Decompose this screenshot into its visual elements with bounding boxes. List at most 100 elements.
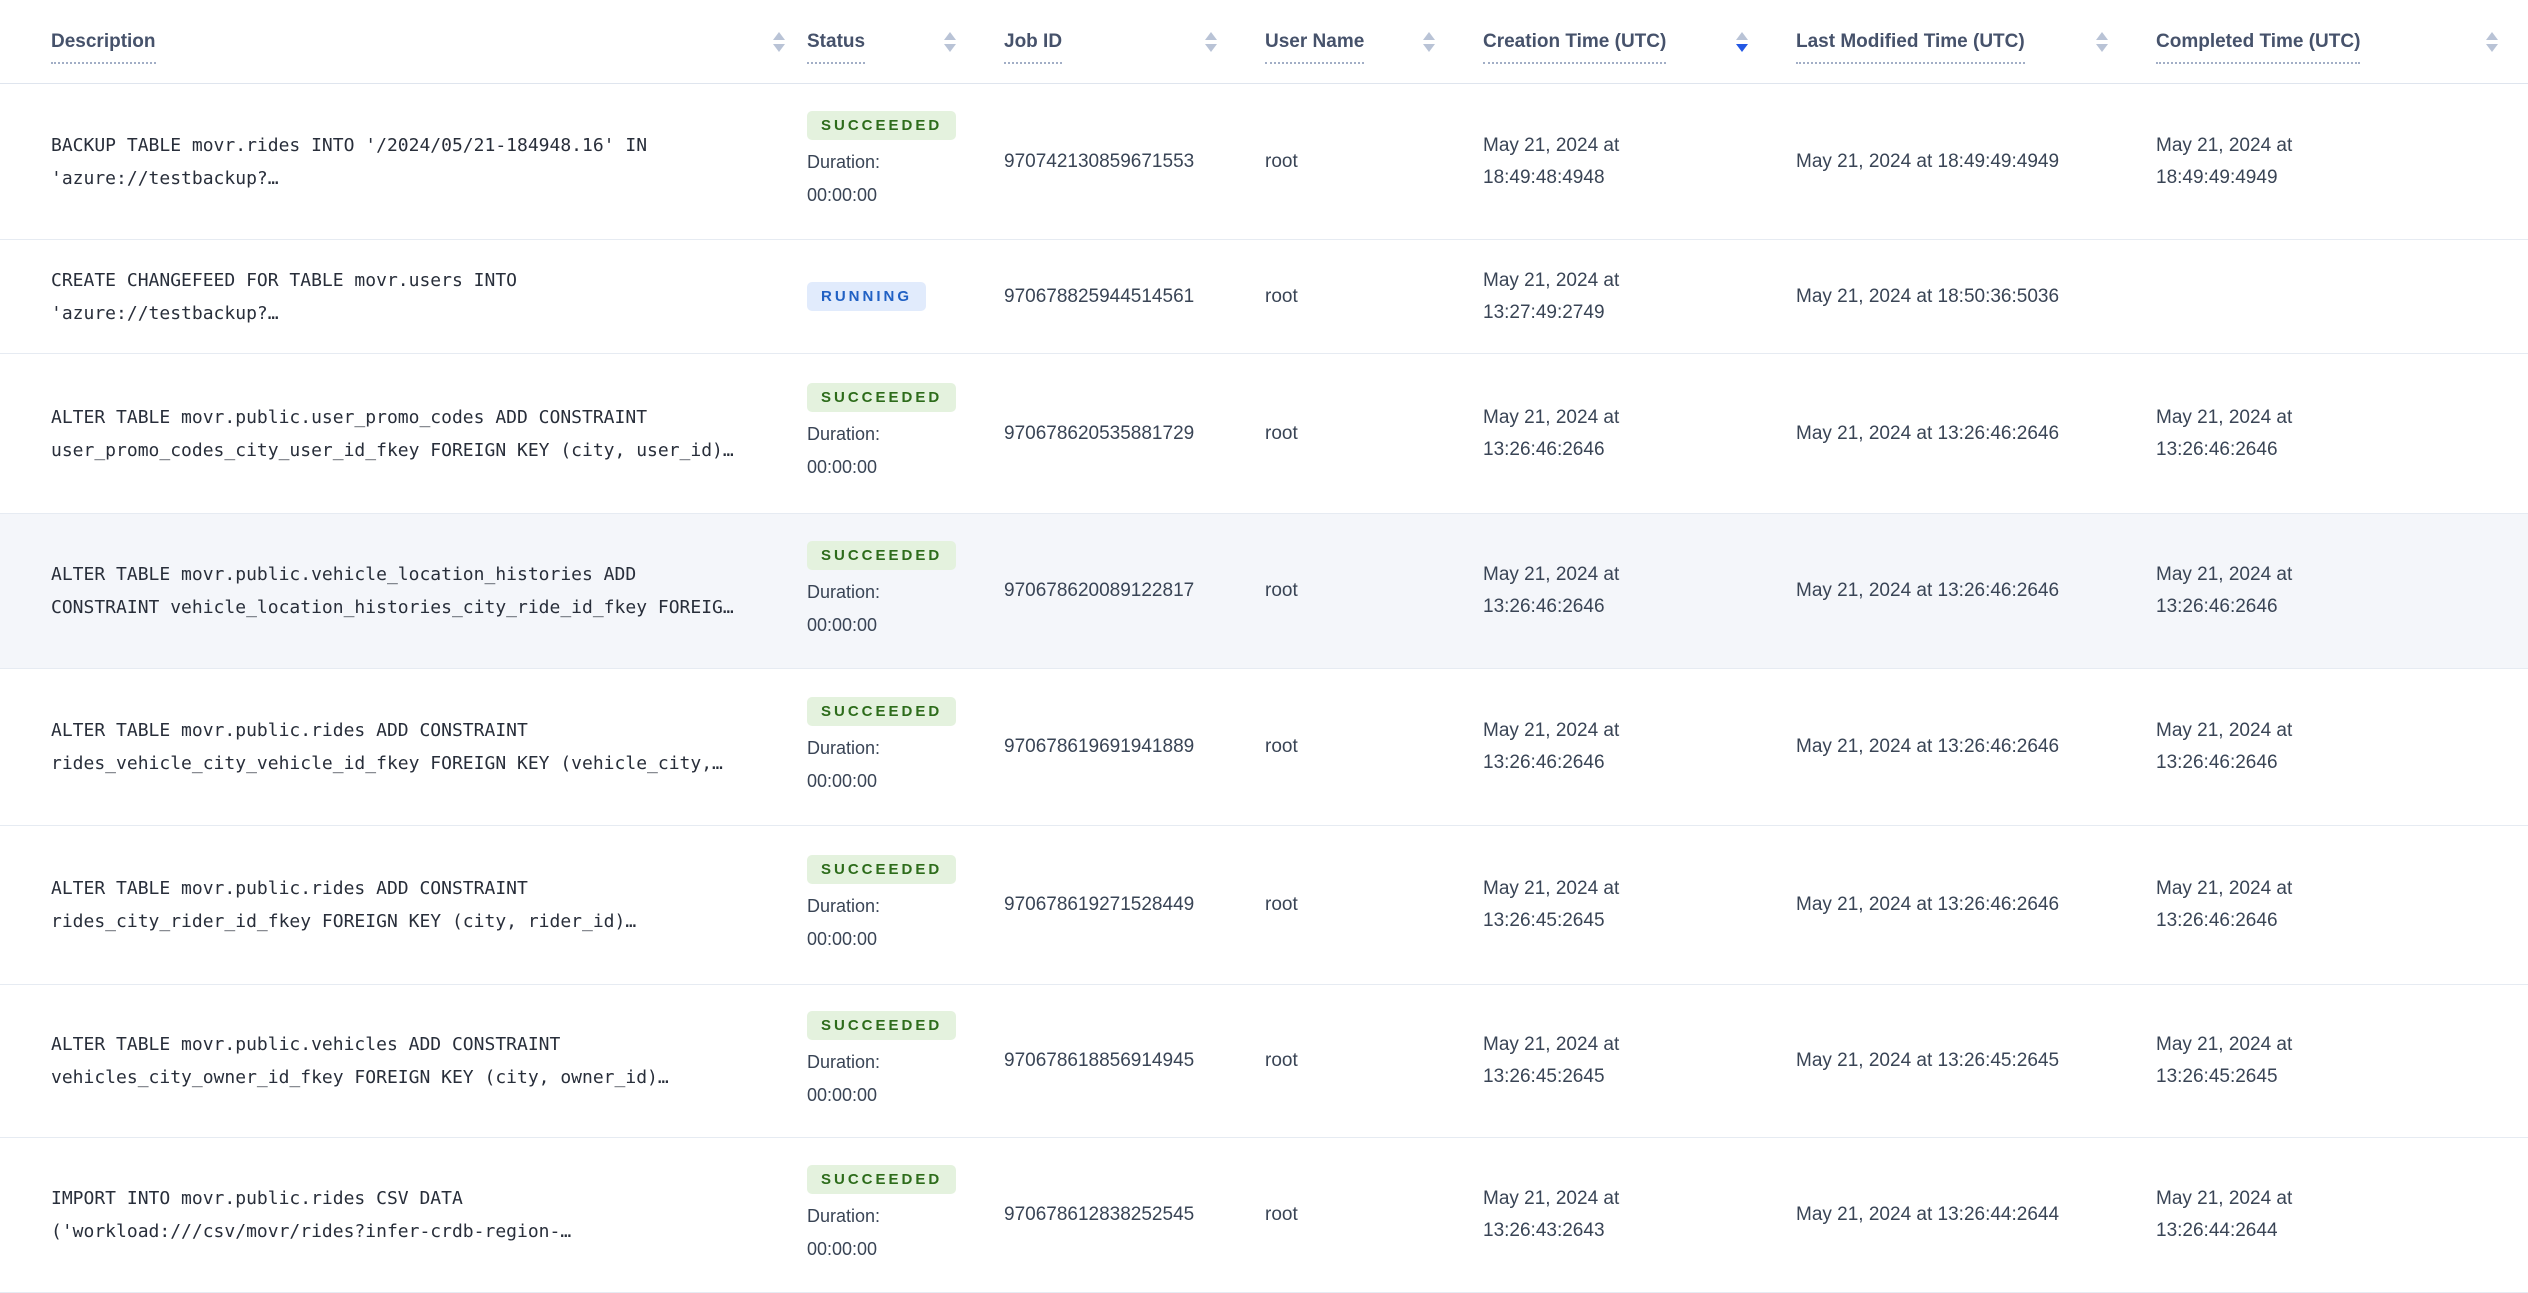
creation-time-cell: May 21, 2024 at 18:49:48:4948 [1483, 83, 1796, 240]
column-header-label: User Name [1265, 31, 1365, 64]
job-id: 970678619271528449 [1004, 894, 1195, 915]
completed-time: May 21, 2024 at 13:26:46:2646 [2156, 878, 2293, 931]
table-row: ALTER TABLE movr.public.vehicle_location… [0, 513, 2528, 669]
creation-time: May 21, 2024 at 18:49:48:4948 [1483, 134, 1620, 188]
status-cell: SUCCEEDED Duration: 00:00:00 [807, 83, 1004, 240]
jobs-table-header: Description Status Job ID User Name Creation… [0, 0, 2528, 84]
last-modified-time-cell: May 21, 2024 at 18:50:36:5036 [1796, 239, 2156, 354]
status-cell: RUNNING [807, 239, 1004, 354]
column-header-label: Description [51, 31, 156, 64]
job-description-link[interactable]: ALTER TABLE movr.public.vehicles ADD CON… [51, 1028, 783, 1094]
creation-time: May 21, 2024 at 13:26:45:2645 [1483, 878, 1620, 931]
job-id-cell: 970678619691941889 [1004, 668, 1265, 826]
job-description-link[interactable]: ALTER TABLE movr.public.user_promo_codes… [51, 401, 783, 467]
creation-time-cell: May 21, 2024 at 13:26:43:2643 [1483, 1137, 1796, 1293]
user-name: root [1265, 1050, 1298, 1071]
sort-up-arrow-icon [2096, 31, 2108, 40]
job-id: 970678618856914945 [1004, 1050, 1195, 1071]
job-id-cell: 970678619271528449 [1004, 825, 1265, 985]
job-id: 970678612838252545 [1004, 1204, 1195, 1225]
creation-time-cell: May 21, 2024 at 13:26:46:2646 [1483, 513, 1796, 669]
status-badge: SUCCEEDED [807, 1164, 957, 1194]
job-id-cell: 970678618856914945 [1004, 984, 1265, 1138]
job-description-link[interactable]: IMPORT INTO movr.public.rides CSV DATA (… [51, 1182, 783, 1248]
column-header-inner: Last Modified Time (UTC) [1796, 31, 2156, 64]
last-modified-time: May 21, 2024 at 18:49:49:4949 [1796, 150, 2060, 172]
user-name: root [1265, 894, 1298, 915]
completed-time-cell: May 21, 2024 at 13:26:46:2646 [2156, 513, 2528, 669]
user-name: root [1265, 736, 1298, 757]
sort-icon [773, 31, 785, 52]
completed-time-cell: May 21, 2024 at 18:49:49:4949 [2156, 83, 2528, 240]
last-modified-time-cell: May 21, 2024 at 13:26:46:2646 [1796, 825, 2156, 985]
status-cell: SUCCEEDED Duration: 00:00:00 [807, 984, 1004, 1138]
status-badge: SUCCEEDED [807, 854, 957, 884]
last-modified-time-cell: May 21, 2024 at 13:26:46:2646 [1796, 513, 2156, 669]
completed-time: May 21, 2024 at 18:49:49:4949 [2156, 134, 2293, 188]
job-duration: Duration: 00:00:00 [807, 1205, 881, 1259]
sort-up-arrow-icon [773, 31, 785, 40]
column-header-status[interactable]: Status [807, 0, 1004, 84]
table-row: ALTER TABLE movr.public.rides ADD CONSTR… [0, 668, 2528, 826]
column-header-user_name[interactable]: User Name [1265, 0, 1483, 84]
user-name-cell: root [1265, 513, 1483, 669]
sort-down-arrow-icon [944, 43, 956, 52]
job-duration: Duration: 00:00:00 [807, 581, 881, 635]
description-cell: CREATE CHANGEFEED FOR TABLE movr.users I… [0, 239, 807, 354]
job-duration: Duration: 00:00:00 [807, 895, 881, 949]
creation-time: May 21, 2024 at 13:26:46:2646 [1483, 564, 1620, 617]
column-header-description[interactable]: Description [0, 0, 807, 84]
sort-down-arrow-icon [2486, 43, 2498, 52]
creation-time: May 21, 2024 at 13:26:46:2646 [1483, 406, 1620, 460]
completed-time: May 21, 2024 at 13:26:46:2646 [2156, 564, 2293, 617]
jobs-table: Description Status Job ID User Name Creation… [0, 0, 2528, 1293]
column-header-last_modified_time[interactable]: Last Modified Time (UTC) [1796, 0, 2156, 84]
user-name: root [1265, 1204, 1298, 1225]
status-cell: SUCCEEDED Duration: 00:00:00 [807, 825, 1004, 985]
column-header-inner: Description [0, 31, 807, 64]
completed-time-cell: May 21, 2024 at 13:26:46:2646 [2156, 353, 2528, 514]
job-id: 970678825944514561 [1004, 285, 1195, 307]
job-id-cell: 970742130859671553 [1004, 83, 1265, 240]
user-name: root [1265, 150, 1298, 172]
column-header-job_id[interactable]: Job ID [1004, 0, 1265, 84]
creation-time: May 21, 2024 at 13:26:46:2646 [1483, 720, 1620, 773]
status-badge: RUNNING [807, 282, 926, 311]
job-id: 970678620089122817 [1004, 580, 1195, 601]
completed-time-cell [2156, 239, 2528, 354]
column-header-inner: User Name [1265, 31, 1483, 64]
table-row: ALTER TABLE movr.public.vehicles ADD CON… [0, 984, 2528, 1138]
description-cell: BACKUP TABLE movr.rides INTO '/2024/05/2… [0, 83, 807, 240]
table-row: ALTER TABLE movr.public.user_promo_codes… [0, 353, 2528, 514]
sort-down-arrow-icon [2096, 43, 2108, 52]
last-modified-time-cell: May 21, 2024 at 13:26:46:2646 [1796, 668, 2156, 826]
last-modified-time: May 21, 2024 at 13:26:46:2646 [1796, 736, 2060, 757]
job-description-link[interactable]: ALTER TABLE movr.public.rides ADD CONSTR… [51, 714, 783, 780]
description-cell: ALTER TABLE movr.public.vehicles ADD CON… [0, 984, 807, 1138]
sort-icon [2486, 31, 2498, 52]
last-modified-time-cell: May 21, 2024 at 13:26:46:2646 [1796, 353, 2156, 514]
sort-up-arrow-icon [1423, 31, 1435, 40]
status-cell: SUCCEEDED Duration: 00:00:00 [807, 668, 1004, 826]
sort-icon [2096, 31, 2108, 52]
job-description-link[interactable]: ALTER TABLE movr.public.vehicle_location… [51, 558, 783, 624]
column-header-inner: Job ID [1004, 31, 1265, 64]
completed-time-cell: May 21, 2024 at 13:26:46:2646 [2156, 825, 2528, 985]
column-header-label: Completed Time (UTC) [2156, 31, 2361, 64]
job-description-link[interactable]: ALTER TABLE movr.public.rides ADD CONSTR… [51, 872, 783, 938]
sort-up-arrow-icon [1205, 31, 1217, 40]
column-header-creation_time[interactable]: Creation Time (UTC) [1483, 0, 1796, 84]
column-header-completed_time[interactable]: Completed Time (UTC) [2156, 0, 2528, 84]
sort-down-arrow-icon [1736, 43, 1748, 52]
job-id-cell: 970678825944514561 [1004, 239, 1265, 354]
sort-up-arrow-icon [2486, 31, 2498, 40]
job-description-link[interactable]: BACKUP TABLE movr.rides INTO '/2024/05/2… [51, 129, 783, 195]
job-id-cell: 970678620535881729 [1004, 353, 1265, 514]
job-id: 970678620535881729 [1004, 422, 1195, 444]
header-row: Description Status Job ID User Name Creation… [0, 0, 2528, 84]
creation-time-cell: May 21, 2024 at 13:26:46:2646 [1483, 353, 1796, 514]
status-badge: SUCCEEDED [807, 540, 957, 570]
job-description-link[interactable]: CREATE CHANGEFEED FOR TABLE movr.users I… [51, 264, 783, 330]
column-header-inner: Creation Time (UTC) [1483, 31, 1796, 64]
last-modified-time: May 21, 2024 at 13:26:46:2646 [1796, 580, 2060, 601]
